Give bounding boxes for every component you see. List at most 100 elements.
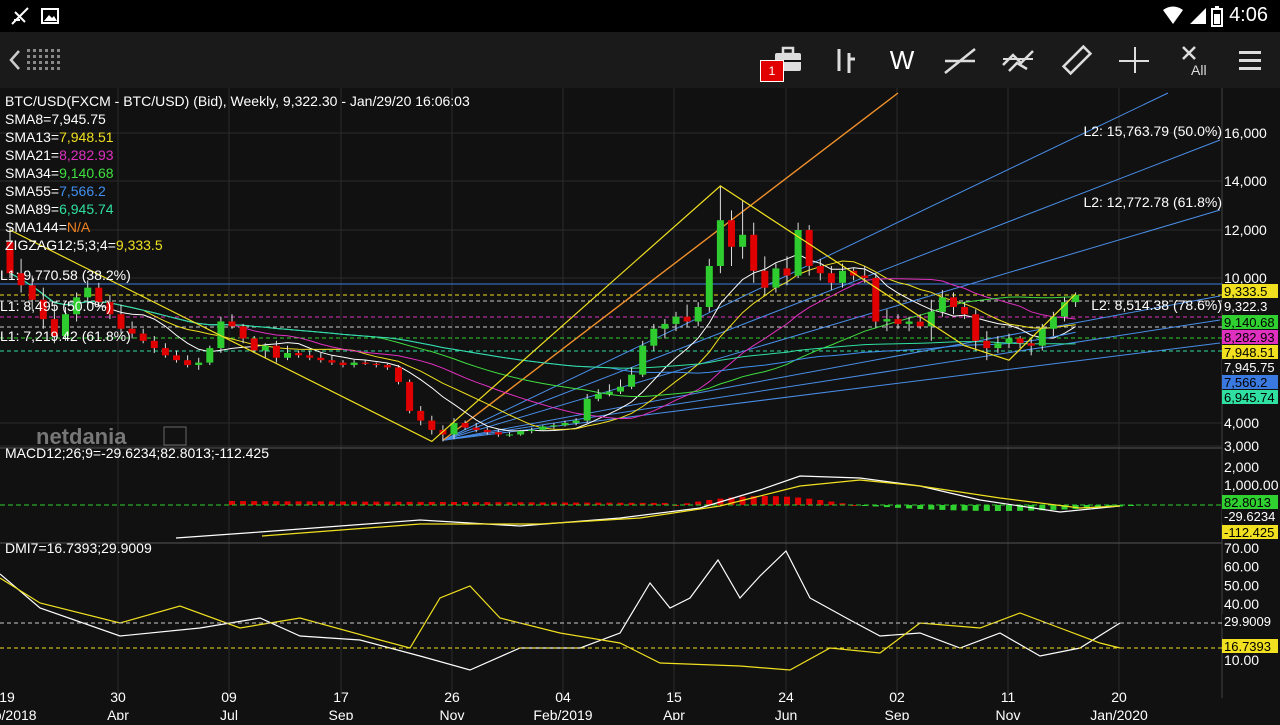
chart-area[interactable]: 16,000 14,000 12,000 10,000 4,000 3,000 2,000 1…	[0, 88, 1280, 723]
candle-body	[506, 434, 513, 436]
indicator-label: SMA8=7,945.75	[5, 111, 106, 127]
watermark-grid-icon	[163, 426, 187, 446]
candle-body	[161, 348, 169, 356]
price-tag: 9,322.3	[1224, 299, 1267, 314]
candle-body	[139, 333, 147, 341]
macd-panel	[0, 475, 1222, 539]
candle-body	[339, 362, 347, 365]
x-tick-day: 20	[1111, 689, 1127, 705]
candle-body	[739, 234, 747, 247]
menu-button[interactable]	[1228, 40, 1272, 80]
candle-body	[272, 345, 280, 358]
fan-line	[442, 92, 1169, 441]
sma-line	[9, 272, 1076, 397]
candle-body	[572, 420, 580, 423]
price-tag: 7,945.75	[1224, 360, 1275, 375]
candle-body	[883, 319, 891, 322]
candle-body	[428, 420, 436, 430]
candle-body	[261, 345, 269, 351]
macd-bar	[817, 499, 824, 505]
candle-body	[950, 297, 957, 307]
candle-body	[195, 362, 203, 365]
candle-body	[938, 297, 946, 312]
crosshair-button[interactable]	[1112, 40, 1156, 80]
candle-body	[861, 275, 869, 278]
candle-body	[117, 314, 125, 329]
candle-body	[983, 340, 991, 349]
macd-signal-line	[261, 479, 1121, 537]
x-tick-period: Sep	[885, 707, 910, 720]
dmi-label: DMI7=16.7393;29.9009	[5, 540, 152, 556]
macd-bar	[328, 501, 335, 505]
candle-body	[894, 319, 902, 324]
fan-line	[442, 139, 1221, 441]
fan-line	[442, 295, 1221, 441]
macd-bar	[695, 501, 702, 505]
dmi-tick-label: 10.00	[1224, 652, 1259, 668]
macd-bar	[806, 498, 813, 505]
price-tag: 6,945.74	[1224, 390, 1275, 405]
candle-body	[383, 365, 391, 368]
candle-body	[839, 270, 846, 283]
macd-bar	[306, 501, 313, 505]
candle-body	[628, 374, 636, 387]
indicator-legend: SMA8=7,945.75 SMA13=7,948.51 SMA21=8,282.9…	[5, 111, 163, 253]
macd-bar	[273, 501, 280, 505]
x-tick-period: Feb/2018	[0, 707, 37, 720]
candle-body	[1038, 328, 1046, 346]
indicator-label: SMA144=N/A	[5, 219, 91, 235]
indicator-label: SMA34=9,140.68	[5, 165, 114, 181]
macd-bar	[295, 501, 302, 505]
dmi-tick-label: 60.00	[1224, 559, 1259, 575]
macd-bar	[939, 505, 946, 510]
clock: 4:06	[1229, 4, 1268, 26]
trend-line	[442, 92, 899, 441]
candle-body	[350, 362, 358, 365]
chart-header: BTC/USD(FXCM - BTC/USD) (Bid), Weekly, 9…	[5, 93, 470, 109]
candle-body	[150, 340, 158, 349]
macd-bar	[229, 501, 235, 505]
fib-level-label: L1: 8,495 (50.0%)	[0, 298, 111, 314]
ruler-button[interactable]	[1054, 40, 1098, 80]
menu-icon	[1239, 51, 1261, 70]
macd-bar	[351, 501, 358, 505]
candle-body	[361, 362, 369, 364]
candle-body	[761, 270, 769, 288]
candle-body	[206, 348, 214, 363]
candle-body	[317, 357, 325, 361]
chevron-left-icon	[9, 50, 20, 70]
candle-body	[639, 345, 647, 375]
price-tick-label: 12,000	[1224, 222, 1267, 238]
candle-body	[494, 432, 502, 435]
price-tag: 9,140.68	[1224, 315, 1275, 330]
macd-bar	[983, 505, 990, 511]
macd-bar	[262, 501, 269, 505]
candle-body	[1016, 338, 1024, 344]
candle-body	[84, 287, 92, 298]
candle-body	[872, 278, 880, 322]
timeframe-button[interactable]: W	[880, 40, 924, 80]
macd-bar	[972, 505, 979, 511]
indicator-button[interactable]	[996, 40, 1040, 80]
x-tick-day: 30	[110, 689, 126, 705]
chart-canvas[interactable]: 16,00014,00012,00010,0004,0003,0002,0001…	[0, 88, 1280, 723]
indicator-label: ZIGZAG12;5;3;4=9,333.5	[5, 237, 163, 253]
fib-level-label: L1: 9,770.58 (38.2%)	[0, 267, 131, 283]
fib-level-label: L1: 7,219.42 (61.8%)	[0, 328, 131, 344]
x-tick-day: 17	[333, 689, 349, 705]
macd-bar	[994, 505, 1001, 511]
bar-style-button[interactable]	[822, 40, 866, 80]
candle-body	[250, 338, 258, 351]
macd-bar	[784, 496, 790, 505]
trendline-button[interactable]	[938, 40, 982, 80]
macd-bar	[961, 505, 968, 511]
macd-bar	[373, 501, 380, 505]
x-axis: 19 Feb/2018 30 Apr 09 Jul 17 Sep 26 Nov 04 Feb/2019…	[0, 689, 1148, 723]
macd-bar	[1006, 505, 1012, 511]
candle-body	[284, 352, 291, 358]
clear-all-button[interactable]: All	[1170, 40, 1214, 80]
candle-body	[961, 307, 969, 315]
x-tick-day: 15	[666, 689, 682, 705]
x-tick-period: Jul	[220, 707, 238, 720]
x-tick-period: Nov	[440, 707, 465, 720]
